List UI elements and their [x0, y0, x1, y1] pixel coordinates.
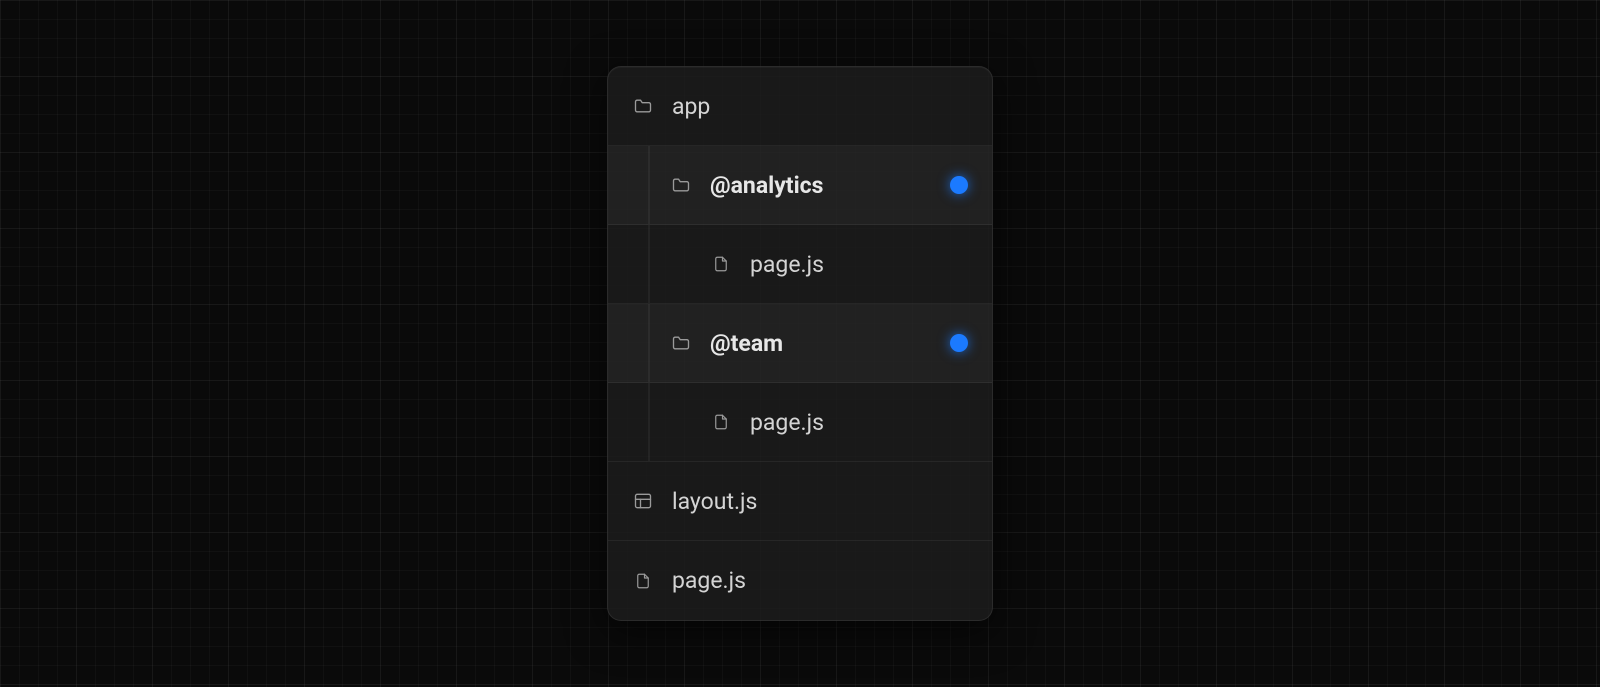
tree-item-label: app	[672, 93, 710, 120]
tree-item-layout[interactable]: layout.js	[608, 462, 992, 541]
folder-icon	[670, 332, 692, 354]
tree-item-label: @analytics	[710, 172, 823, 199]
layout-icon	[632, 490, 654, 512]
tree-item-label: layout.js	[672, 488, 757, 515]
tree-item-label: @team	[710, 330, 783, 357]
status-dot-icon	[950, 176, 968, 194]
tree-item-analytics-page[interactable]: page.js	[608, 225, 992, 304]
file-icon	[632, 570, 654, 592]
tree-item-team[interactable]: @team	[608, 304, 992, 383]
file-tree: app @analytics page.js @team	[607, 66, 993, 621]
file-icon	[710, 253, 732, 275]
folder-icon	[670, 174, 692, 196]
tree-item-analytics[interactable]: @analytics	[608, 146, 992, 225]
file-icon	[710, 411, 732, 433]
tree-item-label: page.js	[672, 567, 746, 594]
folder-icon	[632, 95, 654, 117]
tree-item-label: page.js	[750, 251, 824, 278]
tree-item-label: page.js	[750, 409, 824, 436]
status-dot-icon	[950, 334, 968, 352]
tree-item-page[interactable]: page.js	[608, 541, 992, 620]
tree-item-app[interactable]: app	[608, 67, 992, 146]
tree-item-team-page[interactable]: page.js	[608, 383, 992, 462]
